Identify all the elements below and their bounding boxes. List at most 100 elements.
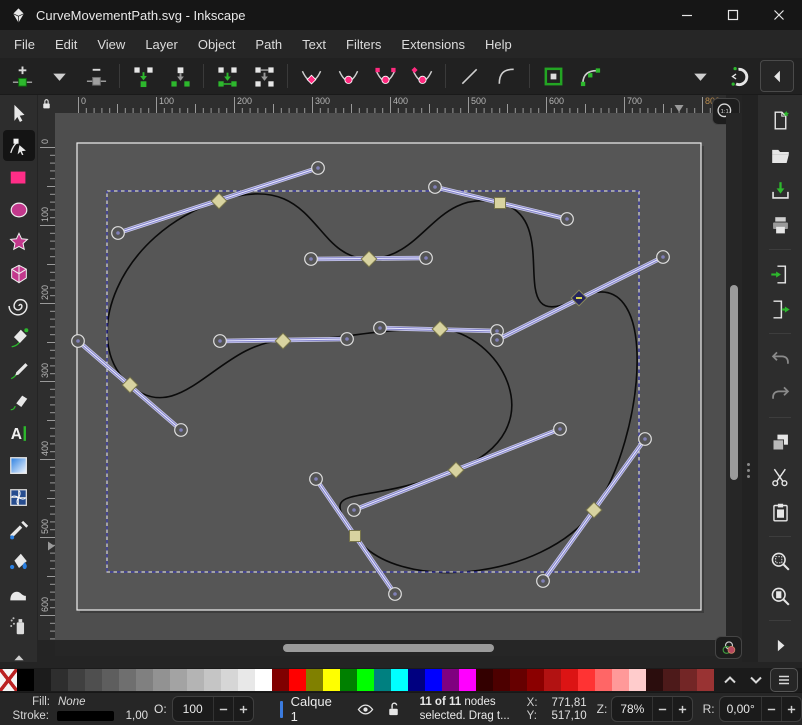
path-node-square[interactable] [495,198,506,209]
palette-swatch-ff0000[interactable] [289,669,306,691]
palette-swatch-a3a3a3[interactable] [170,669,187,691]
tool-box-3d-button[interactable] [3,258,35,289]
tool-node-editor-button[interactable] [3,130,35,161]
palette-swatch-c5c5c5[interactable] [204,669,221,691]
tool-text-button[interactable]: A [3,418,35,449]
palette-swatch-4f4f4f[interactable] [85,669,102,691]
palette-swatch-e8e8e8[interactable] [238,669,255,691]
panel-grip[interactable] [747,463,750,478]
corner-node-button[interactable] [297,62,325,90]
undo-button[interactable] [763,343,797,373]
palette-swatch-000080[interactable] [408,669,425,691]
layer-lock-icon[interactable] [384,699,404,719]
palette-swatch-ff6666[interactable] [595,669,612,691]
break-nodes-button[interactable] [166,62,194,90]
stroke-width-value[interactable]: 1,00 [126,710,148,722]
opacity-decrease-button[interactable] [213,697,233,721]
palette-swatch-ff3333[interactable] [578,669,595,691]
menu-text[interactable]: Text [292,33,336,56]
cut-button[interactable] [763,462,797,492]
rotation-value[interactable]: 0,00° [720,702,762,716]
palette-swatch-008080[interactable] [374,669,391,691]
tool-ellipse-button[interactable] [3,194,35,225]
palette-swatch-b21212[interactable] [544,669,561,691]
menu-help[interactable]: Help [475,33,522,56]
palette-swatch-dc1414[interactable] [561,669,578,691]
palette-swatch-00ffff[interactable] [391,669,408,691]
palette-swatch-ffffff[interactable] [255,669,272,691]
palette-swatch-1c1c1c[interactable] [34,669,51,691]
page[interactable] [77,143,701,610]
palette-swatch-6f6f6f[interactable] [119,669,136,691]
layer-visibility-icon[interactable] [356,699,376,719]
export-button[interactable] [763,294,797,324]
palette-swatch-808000[interactable] [306,669,323,691]
horizontal-scrollbar-thumb[interactable] [283,644,494,652]
palette-swatch-000000[interactable] [17,669,34,691]
maximize-button[interactable] [710,0,756,30]
palette-swatch-8b0000[interactable] [527,669,544,691]
palette-swatch-00ff00[interactable] [357,669,374,691]
symmetric-node-button[interactable] [371,62,399,90]
toolbar-options-icon[interactable] [686,62,714,90]
tool-spray-button[interactable] [3,610,35,641]
tool-selector-button[interactable] [3,98,35,129]
palette-swatch-2e2e2e[interactable] [51,669,68,691]
menu-object[interactable]: Object [188,33,246,56]
palette-swatch-660000[interactable] [510,669,527,691]
rotation-decrease-button[interactable] [761,697,781,721]
vertical-ruler[interactable]: 0100200300400500600 [38,113,55,640]
palette-swatch-ffff00[interactable] [323,669,340,691]
color-managed-view-button[interactable] [715,636,742,659]
smooth-node-button[interactable] [334,62,362,90]
horizontal-scrollbar[interactable] [55,640,726,656]
zoom-value[interactable]: 78% [612,702,652,716]
close-button[interactable] [756,0,802,30]
snap-toggle-button[interactable] [723,62,751,90]
palette-swatch-993333[interactable] [697,669,714,691]
stroke-to-path-button[interactable] [576,62,604,90]
palette-swatch-ff9999[interactable] [612,669,629,691]
menu-edit[interactable]: Edit [45,33,87,56]
canvas[interactable] [55,113,726,640]
folder-open-button[interactable] [763,140,797,170]
palette-swatch-404040[interactable] [68,669,85,691]
palette-swatch-d6d6d6[interactable] [221,669,238,691]
import-button[interactable] [763,259,797,289]
curve-segment-button[interactable] [492,62,520,90]
vertical-scrollbar-thumb[interactable] [730,285,738,480]
palette-swatch-5e5e5e[interactable] [102,669,119,691]
palette-swatch-0000ff[interactable] [425,669,442,691]
expand-right-button[interactable] [763,630,797,660]
zoom-decrease-button[interactable] [652,697,672,721]
opacity-value[interactable]: 100 [173,702,213,716]
palette-swatch-2b0d0d[interactable] [646,669,663,691]
rotation-increase-button[interactable] [781,697,801,721]
palette-scroll-down-button[interactable] [744,670,768,690]
menu-extensions[interactable]: Extensions [391,33,475,56]
tool-paint-bucket-button[interactable] [3,546,35,577]
layer-name[interactable]: Calque 1 [291,694,342,724]
palette-scroll-up-button[interactable] [718,670,742,690]
tool-gradient-button[interactable] [3,450,35,481]
stroke-color-swatch[interactable] [57,711,114,721]
path-node-square[interactable] [350,531,361,542]
tool-rectangle-button[interactable] [3,162,35,193]
tool-mesh-gradient-button[interactable] [3,482,35,513]
tool-pencil-button[interactable] [3,354,35,385]
palette-swatch-929292[interactable] [153,669,170,691]
fill-value[interactable]: None [58,696,86,708]
minimize-button[interactable] [664,0,710,30]
zoom-selection-button[interactable] [763,546,797,576]
tool-pen-button[interactable] [3,322,35,353]
menu-path[interactable]: Path [245,33,292,56]
auto-smooth-node-button[interactable] [408,62,436,90]
insert-node-options-icon[interactable] [45,62,73,90]
join-nodes-button[interactable] [129,62,157,90]
palette-swatch-330000[interactable] [476,669,493,691]
duplicate-button[interactable] [763,427,797,457]
document-save-button[interactable] [763,175,797,205]
tool-tweak-button[interactable] [3,578,35,609]
ruler-lock-icon[interactable] [38,95,55,113]
horizontal-ruler[interactable]: 0100200300400500600700800 [55,95,726,113]
